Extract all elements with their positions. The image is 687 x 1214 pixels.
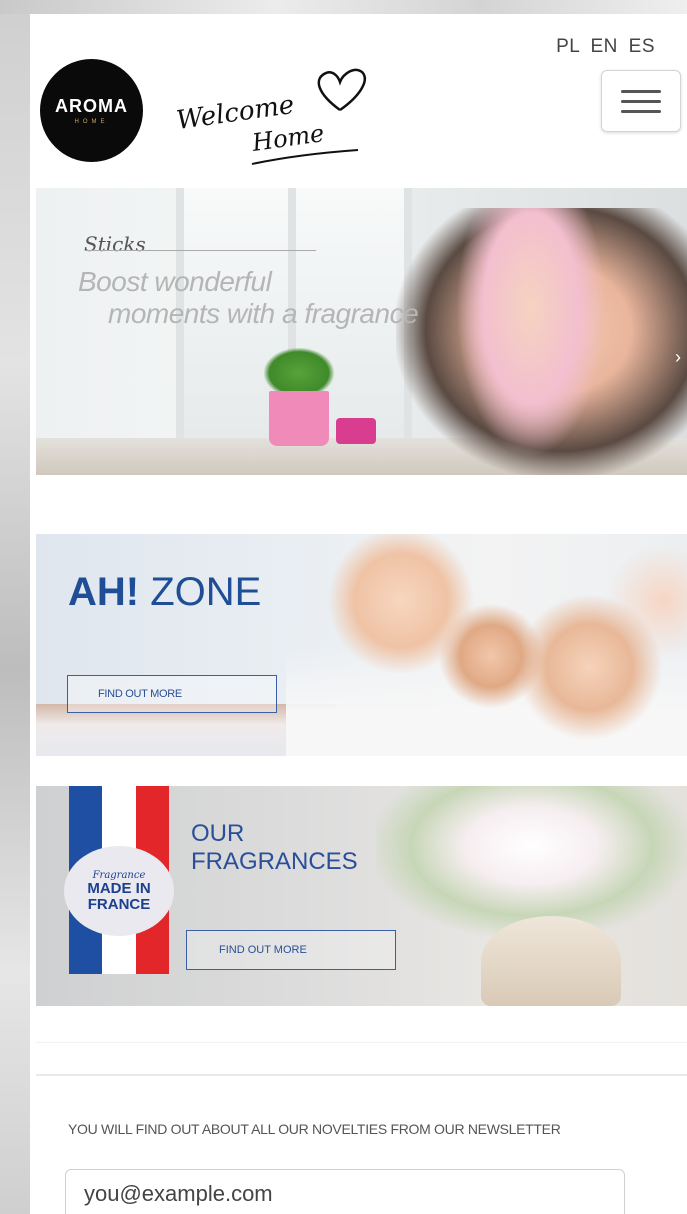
family-image [286,534,687,756]
fragrances-banner[interactable]: Fragrance MADE IN FRANCE OUR FRAGRANCES … [36,786,687,1006]
hamburger-line [621,109,661,113]
welcome-home-logo: Welcome Home [170,66,370,165]
logo-name: AROMA [55,96,128,116]
flowers-image [376,786,687,936]
seal-big-text: MADE IN FRANCE [87,879,151,913]
next-arrow-icon[interactable]: › [675,347,681,368]
background-top [0,0,687,14]
ah-zone-find-out-more-button[interactable]: FIND OUT MORE [67,675,277,713]
banner-tag: Sticks [84,232,146,256]
lang-es[interactable]: ES [629,36,655,57]
headline-line1: Boost wonderful [78,266,272,297]
tag-divider [86,250,316,251]
headline-line2: moments with a fragrance [108,298,419,329]
newsletter-email-input[interactable] [65,1169,625,1214]
logo-sub: HOME [74,119,109,125]
divider [36,1074,687,1076]
ah-zone-title: AH! ZONE [68,570,261,615]
hamburger-icon [621,89,661,93]
hamburger-line [621,99,661,103]
pink-pot-image [269,391,329,446]
hamburger-menu-button[interactable] [601,70,681,132]
heart-icon [317,68,366,112]
made-in-france-seal: Fragrance MADE IN FRANCE [64,846,174,936]
lang-en[interactable]: EN [590,36,617,57]
banner-headline: Boost wonderful moments with a fragrance [78,266,419,330]
seal-small-text: Fragrance [92,869,146,881]
ah-title-rest: ZONE [150,570,262,614]
background-left [0,0,30,1214]
divider [36,1042,687,1043]
language-switcher: PL EN ES [551,36,655,58]
fragrances-find-out-more-button[interactable]: FIND OUT MORE [186,930,396,970]
child-image [456,208,606,458]
page: PL EN ES AROMA HOME Welcome Home Sticks … [30,14,687,1214]
sticks-banner[interactable]: Sticks Boost wonderful moments with a fr… [36,188,687,475]
aroma-logo[interactable]: AROMA HOME [40,59,143,162]
lang-pl[interactable]: PL [556,36,580,57]
ah-zone-banner[interactable]: AH! ZONE FIND OUT MORE [36,534,687,756]
newsletter-label: YOU WILL FIND OUT ABOUT ALL OUR NOVELTIE… [68,1121,561,1137]
ah-title-bold: AH! [68,570,140,614]
vase-image [481,916,621,1006]
underline-swoosh-icon [251,149,359,165]
our-fragrances-title: OUR FRAGRANCES [191,820,358,875]
diffuser-bottle-image [336,418,376,444]
